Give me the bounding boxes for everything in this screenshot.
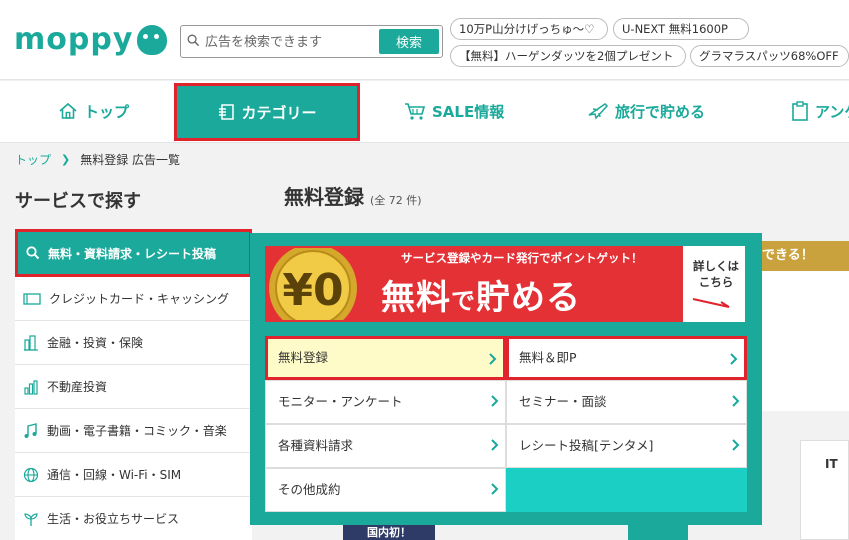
nav-survey[interactable]: アンケ — [791, 81, 849, 141]
sidebar-item-realestate[interactable]: 不動産投資 — [15, 365, 252, 409]
chevron-right-icon: ❯ — [61, 153, 71, 166]
nav-sale-label: SALE情報 — [432, 102, 505, 121]
bar-chart-icon — [24, 379, 38, 395]
moppy-logo[interactable]: moppy — [14, 22, 168, 57]
building-icon — [24, 334, 38, 351]
sidebar-item-life[interactable]: 生活・お役立ちサービス — [15, 497, 252, 540]
nav-sale[interactable]: SALE情報 — [404, 81, 504, 141]
nav-top[interactable]: トップ — [58, 81, 129, 141]
nav-top-label: トップ — [84, 102, 130, 121]
card-icon — [23, 292, 41, 305]
sidebar-item-label: クレジットカード・キャッシング — [49, 292, 230, 306]
chevron-right-icon — [489, 353, 497, 365]
sidebar-item-telecom[interactable]: 通信・回線・Wi-Fi・SIM — [15, 453, 252, 497]
sidebar-item-credit[interactable]: クレジットカード・キャッシング — [15, 277, 252, 321]
subcategory-label: モニター・アンケート — [278, 394, 403, 409]
sidebar-item-label: 通信・回線・Wi-Fi・SIM — [47, 468, 182, 482]
subcategory-empty-cell — [506, 468, 747, 512]
subcategory-label: 無料＆即P — [519, 350, 577, 365]
nav-travel-label: 旅行で貯める — [615, 102, 706, 121]
chevron-right-icon — [491, 439, 499, 451]
promo-details-text: 詳しくはこちら — [693, 259, 739, 289]
search-button[interactable]: 検索 — [379, 29, 439, 54]
yen-coin-icon: ¥0 — [269, 248, 357, 320]
offer-card-title: IT — [825, 457, 838, 471]
nav-category-label: カテゴリー — [241, 103, 317, 122]
sidebar-item-label: 生活・お役立ちサービス — [47, 512, 180, 526]
search-input[interactable] — [205, 30, 375, 54]
subcategory-label: その他成約 — [278, 482, 341, 497]
offer-thumbnail: 国内初！ — [343, 524, 435, 540]
result-count: (全 72 件) — [370, 194, 422, 207]
sidebar-title: サービスで探す — [15, 191, 141, 212]
chevron-right-icon — [732, 395, 740, 407]
list-icon — [219, 104, 235, 120]
airplane-icon — [588, 103, 609, 120]
keyword-tag[interactable]: 10万P山分けげっちゅ〜♡ — [450, 18, 608, 40]
sidebar-item-finance[interactable]: 金融・投資・保険 — [15, 321, 252, 365]
keyword-tag[interactable]: グラマラスパッツ68%OFF — [690, 45, 849, 67]
cart-icon — [405, 103, 426, 120]
nav-category[interactable]: カテゴリー — [174, 83, 360, 141]
house-icon — [59, 102, 77, 119]
subcategory-receipt-post[interactable]: レシート投稿[テンタメ] — [506, 424, 747, 468]
nav-survey-label: アンケ — [815, 102, 849, 121]
clipboard-icon — [792, 101, 808, 121]
site-header: moppy 検索 10万P山分けげっちゅ〜♡ U-NEXT 無料1600P 【無… — [0, 0, 849, 80]
sidebar-item-label: 動画・電子書籍・コミック・音楽 — [47, 424, 227, 438]
subcategory-seminar[interactable]: セミナー・面談 — [506, 380, 747, 424]
chevron-right-icon — [491, 395, 499, 407]
sidebar-list: 無料・資料請求・レシート投稿 クレジットカード・キャッシング 金融・投資・保険 … — [15, 229, 252, 540]
subcategory-label: 無料登録 — [278, 350, 329, 365]
promo-banner[interactable]: ¥0 サービス登録やカード発行でポイントゲット！ 無料で貯める 詳しくはこちら — [265, 246, 745, 322]
breadcrumb-current: 無料登録 広告一覧 — [80, 153, 181, 167]
global-nav: トップ カテゴリー SALE情報 旅行で貯める アンケ — [0, 81, 849, 143]
category-dropdown: ¥0 サービス登録やカード発行でポイントゲット！ 無料で貯める 詳しくはこちら … — [250, 233, 762, 525]
nav-travel[interactable]: 旅行で貯める — [587, 81, 705, 141]
subcategory-label: セミナー・面談 — [519, 394, 607, 409]
sidebar-item-free[interactable]: 無料・資料請求・レシート投稿 — [15, 229, 252, 277]
breadcrumb: トップ ❯ 無料登録 広告一覧 — [15, 151, 180, 168]
subcategory-other[interactable]: その他成約 — [265, 468, 506, 512]
sidebar-item-label: 不動産投資 — [47, 380, 108, 394]
subcategory-label: レシート投稿[テンタメ] — [519, 438, 654, 453]
sidebar-item-label: 金融・投資・保険 — [47, 336, 144, 350]
chevron-right-icon — [491, 483, 499, 495]
promo-headline-b: で — [451, 287, 476, 315]
chevron-right-icon — [732, 439, 740, 451]
chevron-right-icon — [730, 353, 738, 365]
logo-text: moppy — [14, 22, 134, 57]
offer-card[interactable]: IT — [800, 440, 849, 540]
page-title: 無料登録 (全 72 件) — [284, 181, 422, 210]
subcategory-free-registration[interactable]: 無料登録 — [265, 336, 506, 380]
breadcrumb-home[interactable]: トップ — [15, 151, 51, 168]
subcategory-free-instant-points[interactable]: 無料＆即P — [506, 336, 747, 380]
promo-headline-a: 無料 — [381, 278, 451, 318]
search-box: 検索 — [180, 25, 443, 58]
promo-details-link[interactable]: 詳しくはこちら — [683, 246, 745, 322]
page-title-text: 無料登録 — [284, 185, 364, 209]
promo-subtitle: サービス登録やカード発行でポイントゲット！ — [401, 251, 643, 265]
arrow-right-icon — [692, 298, 730, 308]
promo-headline: 無料で貯める — [381, 270, 581, 319]
background-panel — [760, 271, 849, 411]
search-icon — [26, 246, 40, 260]
globe-icon — [23, 467, 39, 482]
subcategory-document-request[interactable]: 各種資料請求 — [265, 424, 506, 468]
sidebar-item-label: 無料・資料請求・レシート投稿 — [48, 246, 217, 261]
sprout-icon — [24, 512, 38, 526]
subcategory-label: 各種資料請求 — [278, 438, 354, 453]
music-note-icon — [24, 422, 37, 438]
search-icon — [187, 34, 200, 47]
offer-thumbnail — [628, 524, 688, 540]
sidebar-item-media[interactable]: 動画・電子書籍・コミック・音楽 — [15, 409, 252, 453]
keyword-tag[interactable]: U-NEXT 無料1600P — [613, 18, 749, 40]
coin-text: ¥0 — [282, 265, 343, 316]
squirrel-mascot-icon — [137, 24, 168, 55]
keyword-tag[interactable]: 【無料】ハーゲンダッツを2個プレゼント — [450, 45, 686, 67]
subcategory-monitor-survey[interactable]: モニター・アンケート — [265, 380, 506, 424]
promo-headline-c: 貯める — [476, 278, 581, 318]
